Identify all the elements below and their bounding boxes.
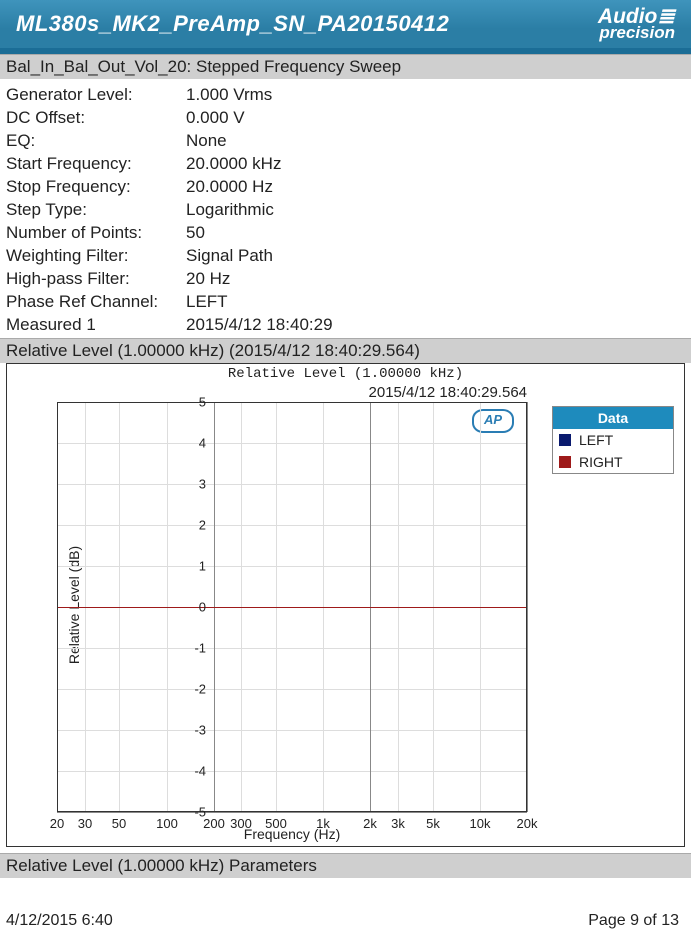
param-value: 2015/4/12 18:40:29 bbox=[186, 313, 333, 336]
ytick: 2 bbox=[176, 518, 206, 533]
ytick: -2 bbox=[176, 682, 206, 697]
param-label: Stop Frequency: bbox=[6, 175, 186, 198]
legend-swatch-red bbox=[559, 456, 571, 468]
param-value: 1.000 Vrms bbox=[186, 83, 272, 106]
ytick: 5 bbox=[176, 395, 206, 410]
chart-plot bbox=[57, 402, 527, 812]
param-value: 50 bbox=[186, 221, 205, 244]
ytick: -3 bbox=[176, 723, 206, 738]
param-label: Step Type: bbox=[6, 198, 186, 221]
ytick: 0 bbox=[176, 600, 206, 615]
param-label: Measured 1 bbox=[6, 313, 186, 336]
footer-date: 4/12/2015 6:40 bbox=[6, 912, 113, 930]
audio-precision-logo: Audio≣ precision bbox=[598, 8, 675, 40]
param-value: 20.0000 kHz bbox=[186, 152, 281, 175]
param-value: Signal Path bbox=[186, 244, 273, 267]
sweep-section-bar: Bal_In_Bal_Out_Vol_20: Stepped Frequency… bbox=[0, 54, 691, 79]
legend-item-right: RIGHT bbox=[553, 451, 673, 473]
ytick: -5 bbox=[176, 805, 206, 820]
param-label: High-pass Filter: bbox=[6, 267, 186, 290]
report-title: ML380s_MK2_PreAmp_SN_PA20150412 bbox=[16, 11, 449, 37]
ytick: 3 bbox=[176, 477, 206, 492]
ytick: 4 bbox=[176, 436, 206, 451]
param-label: Generator Level: bbox=[6, 83, 186, 106]
param-label: Weighting Filter: bbox=[6, 244, 186, 267]
chart-params-bar: Relative Level (1.00000 kHz) Parameters bbox=[0, 853, 691, 878]
param-value: Logarithmic bbox=[186, 198, 274, 221]
param-value: 0.000 V bbox=[186, 106, 245, 129]
legend-title: Data bbox=[553, 407, 673, 429]
sweep-suffix: : Stepped Frequency Sweep bbox=[187, 57, 402, 76]
chart-area: Relative Level (1.00000 kHz) 2015/4/12 1… bbox=[6, 363, 685, 847]
chart-timestamp: 2015/4/12 18:40:29.564 bbox=[7, 384, 527, 401]
param-value: LEFT bbox=[186, 290, 228, 313]
legend-label: LEFT bbox=[579, 432, 613, 448]
page-footer: 4/12/2015 6:40 Page 9 of 13 bbox=[6, 912, 679, 930]
param-label: Phase Ref Channel: bbox=[6, 290, 186, 313]
legend-swatch-blue bbox=[559, 434, 571, 446]
param-label: Start Frequency: bbox=[6, 152, 186, 175]
logo-line2: precision bbox=[598, 26, 675, 40]
footer-page: Page 9 of 13 bbox=[588, 912, 679, 930]
sweep-name: Bal_In_Bal_Out_Vol_20 bbox=[6, 57, 187, 76]
chart-inner-title: Relative Level (1.00000 kHz) bbox=[7, 366, 684, 382]
chart-section-bar: Relative Level (1.00000 kHz) (2015/4/12 … bbox=[0, 338, 691, 363]
ytick: -1 bbox=[176, 641, 206, 656]
legend-label: RIGHT bbox=[579, 454, 623, 470]
param-label: EQ: bbox=[6, 129, 186, 152]
param-label: Number of Points: bbox=[6, 221, 186, 244]
param-value: None bbox=[186, 129, 227, 152]
ytick: 1 bbox=[176, 559, 206, 574]
report-header: ML380s_MK2_PreAmp_SN_PA20150412 Audio≣ p… bbox=[0, 0, 691, 54]
param-value: 20 Hz bbox=[186, 267, 230, 290]
param-label: DC Offset: bbox=[6, 106, 186, 129]
parameter-block: Generator Level:1.000 Vrms DC Offset:0.0… bbox=[0, 79, 691, 338]
ytick: -4 bbox=[176, 764, 206, 779]
legend-item-left: LEFT bbox=[553, 429, 673, 451]
chart-legend: Data LEFT RIGHT bbox=[552, 406, 674, 474]
param-value: 20.0000 Hz bbox=[186, 175, 273, 198]
chart-xlabel: Frequency (Hz) bbox=[57, 826, 527, 842]
